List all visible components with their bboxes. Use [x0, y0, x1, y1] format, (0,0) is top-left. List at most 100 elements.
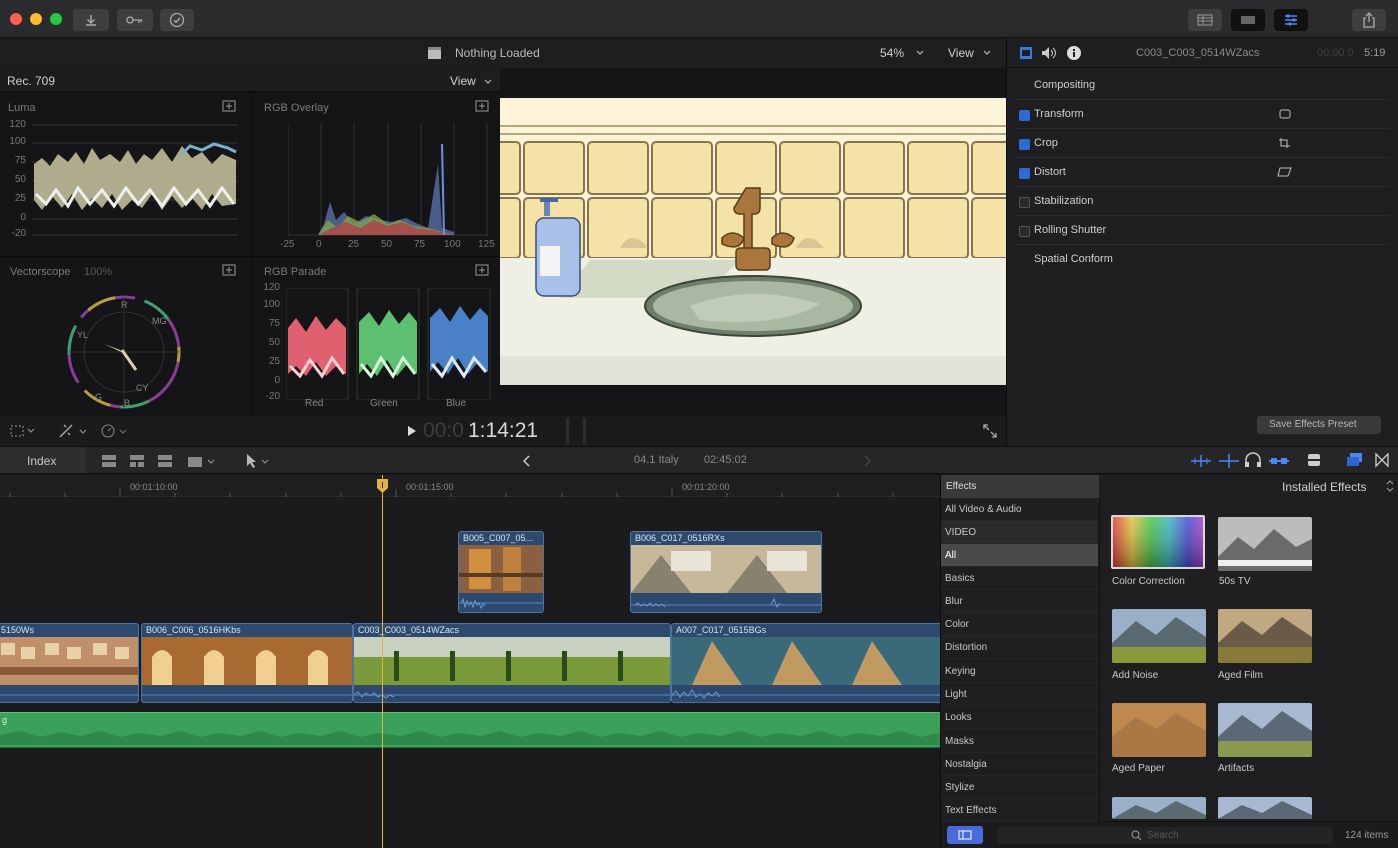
- edit-mode-icons[interactable]: [100, 452, 222, 470]
- video-skimming-icon[interactable]: [1190, 453, 1212, 469]
- crop-onscreen-icon[interactable]: [1278, 137, 1292, 149]
- scopes-view-menu[interactable]: View: [450, 74, 476, 88]
- rolling-shutter-checkbox[interactable]: [1019, 226, 1030, 237]
- music-audio-clip[interactable]: g: [0, 712, 940, 748]
- effects-category-text-effects[interactable]: Text Effects: [941, 799, 1098, 822]
- effect-thumb[interactable]: [1112, 797, 1206, 819]
- effects-category-light[interactable]: Light: [941, 683, 1098, 706]
- clip-appearance-icon[interactable]: [1306, 452, 1322, 468]
- effects-category-stylize[interactable]: Stylize: [941, 776, 1098, 799]
- arrow-tool-icon[interactable]: [244, 453, 270, 469]
- headphones-icon[interactable]: [1244, 452, 1262, 468]
- inspector-row-rolling-shutter[interactable]: Rolling Shutter: [1015, 217, 1390, 245]
- scope-settings-icon[interactable]: [222, 100, 236, 112]
- scopes-header: [0, 70, 500, 92]
- inspector-row-distort[interactable]: Distort: [1015, 159, 1390, 187]
- distort-onscreen-icon[interactable]: [1277, 166, 1293, 178]
- primary-clip[interactable]: 5150Ws: [0, 623, 139, 703]
- keyword-button[interactable]: [117, 9, 153, 31]
- scope-settings-icon[interactable]: [475, 264, 489, 276]
- import-button[interactable]: [73, 9, 109, 31]
- viewer-letterbox-bottom: [500, 385, 1006, 416]
- library-layout-button[interactable]: [1188, 9, 1222, 31]
- close-window-button[interactable]: [10, 13, 22, 25]
- effect-thumb-aged-paper[interactable]: [1112, 703, 1206, 757]
- primary-clip[interactable]: B006_C006_0516HKbs: [141, 623, 353, 703]
- effect-label: Artifacts: [1218, 763, 1255, 774]
- effects-category-nostalgia[interactable]: Nostalgia: [941, 753, 1098, 776]
- timecode-display[interactable]: 1:14:21: [468, 419, 538, 443]
- video-scopes-panel: Rec. 709 View Luma 120 100 75 50 25 0 -2…: [0, 70, 500, 416]
- view-options-icon[interactable]: [10, 424, 36, 438]
- transitions-browser-icon[interactable]: [1374, 452, 1390, 468]
- effects-category-all[interactable]: All: [941, 544, 1098, 567]
- inspector-row-crop[interactable]: Crop: [1015, 130, 1390, 158]
- viewer-image: [500, 98, 1006, 385]
- history-forward-icon[interactable]: [863, 455, 871, 467]
- scope-settings-icon[interactable]: [222, 264, 236, 276]
- inspector-row-stabilization[interactable]: Stabilization: [1015, 188, 1390, 216]
- crop-checkbox[interactable]: [1019, 139, 1030, 150]
- video-inspector-icon[interactable]: [1019, 46, 1033, 60]
- audio-inspector-icon[interactable]: [1041, 46, 1057, 60]
- viewer-view-menu[interactable]: View: [948, 46, 974, 60]
- effect-thumb-color-correction[interactable]: [1111, 515, 1205, 569]
- retime-icon[interactable]: [100, 423, 130, 439]
- playhead[interactable]: [382, 475, 383, 848]
- inspector-row-compositing[interactable]: Compositing: [1015, 72, 1390, 100]
- inspector-layout-button[interactable]: [1274, 9, 1308, 31]
- installed-effects-menu[interactable]: Installed Effects: [1282, 480, 1367, 494]
- snapping-icon[interactable]: [1268, 453, 1290, 469]
- effects-category-masks[interactable]: Masks: [941, 730, 1098, 753]
- inspector-tc-leading: 00:00:0: [1317, 47, 1354, 59]
- connected-clip[interactable]: B005_C007_05...: [458, 531, 544, 613]
- effects-category-video[interactable]: VIDEO: [941, 521, 1098, 544]
- history-back-icon[interactable]: [523, 455, 531, 467]
- transform-checkbox[interactable]: [1019, 110, 1030, 121]
- import-icon: [86, 15, 96, 26]
- stabilization-checkbox[interactable]: [1019, 197, 1030, 208]
- playhead-handle-icon[interactable]: [376, 478, 389, 494]
- transform-onscreen-icon[interactable]: [1278, 108, 1292, 120]
- effects-category-all-video-audio[interactable]: All Video & Audio: [941, 498, 1098, 521]
- effect-thumb-artifacts[interactable]: [1218, 703, 1312, 757]
- timeline-panel[interactable]: 00:01:10:00 00:01:15:00 00:01:20:00 B005…: [0, 475, 943, 848]
- effect-thumb-aged-film[interactable]: [1218, 609, 1312, 663]
- connected-clip[interactable]: B006_C017_0516RXs: [630, 531, 822, 613]
- background-tasks-button[interactable]: [160, 9, 194, 31]
- effects-category-basics[interactable]: Basics: [941, 567, 1098, 590]
- effects-category-looks[interactable]: Looks: [941, 706, 1098, 729]
- distort-checkbox[interactable]: [1019, 168, 1030, 179]
- fullscreen-icon[interactable]: [983, 424, 997, 438]
- effect-thumb-add-noise[interactable]: [1112, 609, 1206, 663]
- play-icon[interactable]: [407, 425, 417, 437]
- effects-category-distortion[interactable]: Distortion: [941, 636, 1098, 659]
- audio-clip-label: g: [2, 715, 8, 725]
- inspector-row-spatial-conform[interactable]: Spatial Conform: [1015, 246, 1390, 274]
- inspector-row-transform[interactable]: Transform: [1015, 101, 1390, 129]
- minimize-window-button[interactable]: [30, 13, 42, 25]
- scope-settings-icon[interactable]: [475, 100, 489, 112]
- audio-skimming-icon[interactable]: [1218, 453, 1240, 469]
- effects-category-blur[interactable]: Blur: [941, 590, 1098, 613]
- enhancements-icon[interactable]: [58, 423, 88, 439]
- effect-thumb-50s-tv[interactable]: [1218, 517, 1312, 571]
- viewer-layout-button[interactable]: [1231, 9, 1265, 31]
- effect-thumb[interactable]: [1218, 797, 1312, 819]
- inspector-clip-name: C003_C003_0514WZacs: [1136, 47, 1260, 59]
- share-button[interactable]: [1352, 9, 1386, 31]
- zoom-window-button[interactable]: [50, 13, 62, 25]
- primary-clip[interactable]: C003_C003_0514WZacs: [353, 623, 671, 703]
- viewer-layout-icon: [1241, 16, 1255, 24]
- info-icon[interactable]: [1066, 45, 1082, 61]
- primary-clip[interactable]: A007_C017_0515BGs: [671, 623, 943, 703]
- effect-label: Aged Film: [1218, 670, 1264, 681]
- effects-category-keying[interactable]: Keying: [941, 660, 1098, 683]
- effects-browser-icon[interactable]: [1346, 452, 1364, 468]
- search-placeholder: Search: [1147, 830, 1179, 841]
- effects-category-color[interactable]: Color: [941, 613, 1098, 636]
- inspector-row-label: Stabilization: [1034, 195, 1094, 207]
- zoom-level[interactable]: 54%: [880, 46, 904, 60]
- rgb-parade-label: RGB Parade: [264, 266, 327, 278]
- viewer-frame[interactable]: [500, 98, 1006, 385]
